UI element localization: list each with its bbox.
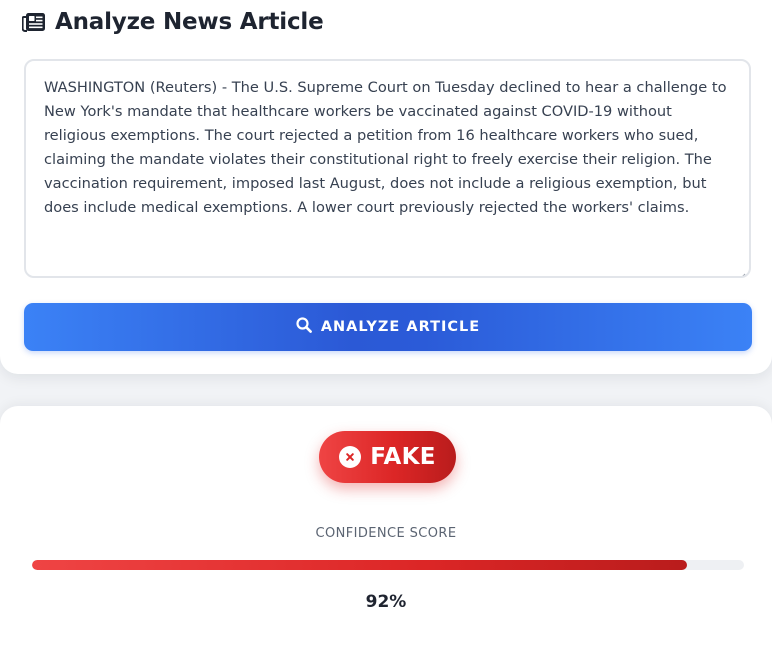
search-icon [296, 316, 312, 338]
result-card: FAKE CONFIDENCE SCORE 92% [0, 406, 772, 646]
verdict-badge: FAKE [319, 431, 456, 483]
analyze-card: Analyze News Article WASHINGTON (Reuters… [0, 0, 772, 374]
newspaper-icon [22, 12, 46, 32]
resize-handle-icon[interactable] [738, 265, 746, 276]
x-circle-icon [339, 446, 362, 468]
confidence-bar-fill [32, 560, 688, 570]
article-text: WASHINGTON (Reuters) - The U.S. Supreme … [44, 79, 727, 216]
verdict-label: FAKE [370, 444, 436, 470]
confidence-value: 92% [365, 592, 407, 612]
analyze-button-label: ANALYZE ARTICLE [320, 319, 481, 335]
analyze-article-button[interactable]: ANALYZE ARTICLE [24, 303, 752, 351]
article-textarea[interactable]: WASHINGTON (Reuters) - The U.S. Supreme … [24, 59, 751, 278]
confidence-bar [32, 560, 744, 570]
page-title: Analyze News Article [55, 9, 324, 35]
page-heading: Analyze News Article [22, 6, 324, 38]
confidence-label: CONFIDENCE SCORE [315, 526, 457, 541]
